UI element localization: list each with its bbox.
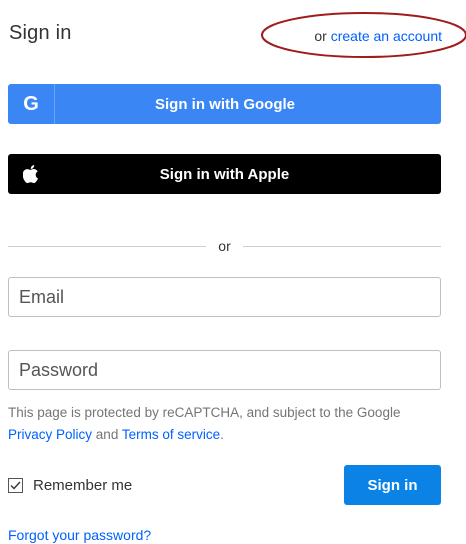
annotation-ellipse: [261, 12, 466, 58]
forgot-password-link[interactable]: Forgot your password?: [8, 527, 151, 543]
google-button-label: Sign in with Google: [155, 95, 295, 113]
google-g-letter: G: [23, 92, 39, 115]
recaptcha-notice: This page is protected by reCAPTCHA, and…: [8, 402, 448, 446]
sign-in-with-google-button[interactable]: G Sign in with Google: [8, 84, 441, 124]
terms-of-service-link[interactable]: Terms of service: [122, 427, 220, 442]
recaptcha-and: and: [95, 427, 119, 442]
email-field[interactable]: [8, 277, 441, 317]
sign-in-with-apple-button[interactable]: Sign in with Apple: [8, 154, 441, 194]
recaptcha-text: This page is protected by reCAPTCHA, and…: [8, 405, 401, 420]
google-icon: G: [8, 84, 55, 124]
check-icon: [10, 481, 21, 490]
remember-me-toggle[interactable]: Remember me: [8, 477, 132, 494]
password-field[interactable]: [8, 350, 441, 390]
privacy-policy-link[interactable]: Privacy Policy: [8, 427, 92, 442]
remember-me-label: Remember me: [33, 477, 133, 494]
divider-line-right: [242, 245, 442, 247]
or-divider: or: [8, 236, 442, 256]
sign-in-button[interactable]: Sign in: [344, 465, 441, 505]
recaptcha-period: .: [220, 427, 224, 442]
page-title: Sign in: [9, 22, 72, 44]
apple-icon: [8, 154, 54, 194]
remember-me-checkbox[interactable]: [8, 478, 23, 493]
divider-line-left: [8, 245, 207, 247]
divider-or-text: or: [218, 238, 231, 254]
apple-button-label: Sign in with Apple: [159, 165, 290, 183]
